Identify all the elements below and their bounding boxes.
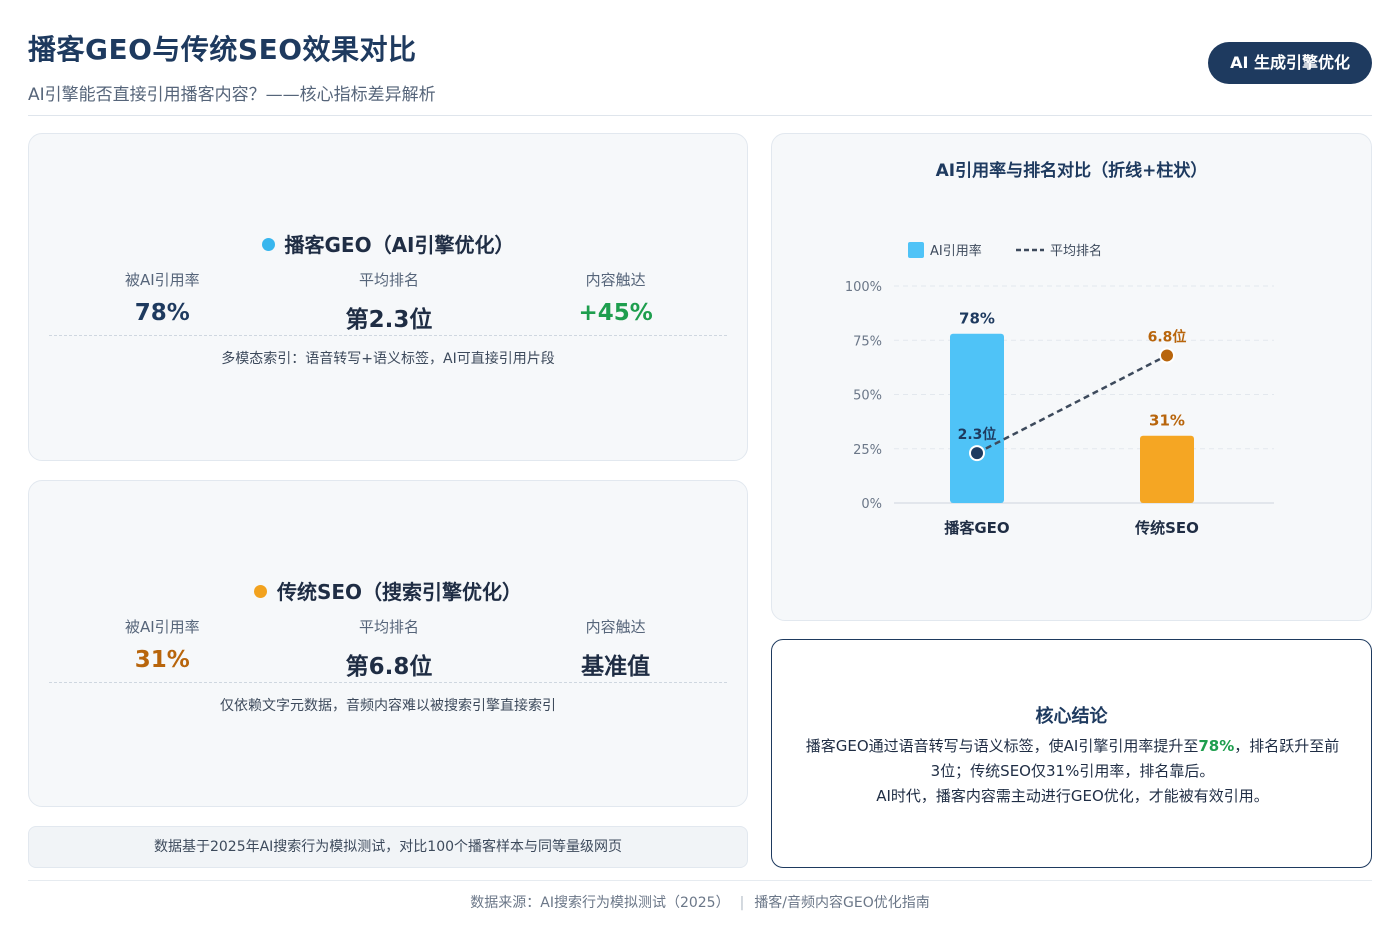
y-tick-label: 75% xyxy=(853,334,882,349)
data-footnote: 数据基于2025年AI搜索行为模拟测试，对比100个播客样本与同等量级网页 xyxy=(28,826,748,868)
metric-value: 78% xyxy=(134,300,190,326)
seo-dot-icon xyxy=(253,585,267,598)
metric-label: 平均排名 xyxy=(359,618,420,636)
conclusion-text: AI时代，播客内容需主动进行GEO优化，才能被有效引用。 xyxy=(876,787,1269,805)
rank-point xyxy=(969,445,985,462)
bar-data-label: 31% xyxy=(1149,412,1185,430)
divider xyxy=(49,682,727,683)
conclusion-text: 播客GEO通过语音转写与语义标签，使AI引擎引用率提升至 xyxy=(805,737,1199,755)
seo-metric-reach: 内容触达 基准值 xyxy=(502,616,729,681)
seo-metric-rank: 平均排名 第6.8位 xyxy=(276,616,503,681)
x-tick-label: 传统SEO xyxy=(1134,519,1199,537)
x-tick-label: 播客GEO xyxy=(944,519,1009,537)
page-footer: 数据来源：AI搜索行为模拟测试（2025） | 播客/音频内容GEO优化指南 xyxy=(0,892,1400,912)
rank-point xyxy=(1159,347,1175,364)
y-tick-label: 100% xyxy=(845,280,882,295)
footer-guide: 播客/音频内容GEO优化指南 xyxy=(754,895,930,911)
y-tick-label: 0% xyxy=(861,497,882,512)
footer-divider xyxy=(28,880,1372,881)
geo-card-title: 播客GEO（AI引擎优化） xyxy=(29,229,747,258)
divider xyxy=(49,335,727,336)
page-subtitle: AI引擎能否直接引用播客内容？——核心指标差异解析 xyxy=(28,85,436,105)
conclusion-card: 核心结论 播客GEO通过语音转写与语义标签，使AI引擎引用率提升至78%，排名跃… xyxy=(771,639,1372,868)
conclusion-title: 核心结论 xyxy=(1035,706,1108,727)
seo-metrics: 被AI引用率 31% 平均排名 第6.8位 内容触达 基准值 xyxy=(49,616,729,681)
seo-note: 仅依赖文字元数据，音频内容难以被搜索引擎直接索引 xyxy=(220,698,556,714)
legend-label: AI引用率 xyxy=(930,243,982,259)
bar xyxy=(950,333,1004,503)
ai-geo-badge: AI 生成引擎优化 xyxy=(1208,42,1372,84)
bar-data-label: 78% xyxy=(959,310,995,328)
conclusion-body: 播客GEO通过语音转写与语义标签，使AI引擎引用率提升至78%，排名跃升至前3位… xyxy=(802,734,1343,809)
metric-value: 基准值 xyxy=(581,654,651,680)
metric-value: +45% xyxy=(578,300,653,326)
rank-data-label: 2.3位 xyxy=(958,426,997,443)
geo-card: 播客GEO（AI引擎优化） 被AI引用率 78% 平均排名 第2.3位 内容触达… xyxy=(28,133,748,461)
metric-value: 31% xyxy=(134,647,190,673)
metric-value: 第6.8位 xyxy=(345,654,433,680)
metric-value: 第2.3位 xyxy=(345,307,433,333)
legend-bar-swatch xyxy=(908,242,924,258)
seo-card: 传统SEO（搜索引擎优化） 被AI引用率 31% 平均排名 第6.8位 内容触达… xyxy=(28,480,748,807)
page-title: 播客GEO与传统SEO效果对比 xyxy=(28,33,417,66)
metric-label: 内容触达 xyxy=(585,271,646,289)
seo-metric-citation: 被AI引用率 31% xyxy=(49,616,276,681)
rank-line xyxy=(976,354,1168,455)
y-tick-label: 25% xyxy=(853,443,882,458)
metric-label: 平均排名 xyxy=(359,271,420,289)
geo-metric-rank: 平均排名 第2.3位 xyxy=(276,269,503,334)
footer-separator: | xyxy=(739,895,745,911)
geo-metric-citation: 被AI引用率 78% xyxy=(49,269,276,334)
metric-label: 被AI引用率 xyxy=(124,271,200,289)
geo-note: 多模态索引：语音转写+语义标签，AI可直接引用片段 xyxy=(221,351,555,367)
chart-svg: 0% 25% 50% 75% 100% AI引用率 平均排名 78% 播客GEO 31% 传统SEO… xyxy=(845,242,1274,537)
seo-card-title: 传统SEO（搜索引擎优化） xyxy=(29,576,747,605)
geo-metric-reach: 内容触达 +45% xyxy=(502,269,729,334)
bar xyxy=(1140,435,1194,503)
metric-label: 被AI引用率 xyxy=(124,618,200,636)
seo-card-title-text: 传统SEO（搜索引擎优化） xyxy=(276,580,523,604)
legend-label: 平均排名 xyxy=(1050,243,1102,259)
page-header: 播客GEO与传统SEO效果对比 AI引擎能否直接引用播客内容？——核心指标差异解… xyxy=(28,28,1372,116)
chart-card: AI引用率与排名对比（折线+柱状） 0% 25% 50% 75% 100% AI引用率 平均… xyxy=(771,133,1372,621)
geo-dot-icon xyxy=(261,238,275,251)
footer-source: 数据来源：AI搜索行为模拟测试（2025） xyxy=(470,895,730,911)
metric-label: 内容触达 xyxy=(585,618,646,636)
rank-data-label: 6.8位 xyxy=(1148,328,1187,345)
conclusion-highlight: 78% xyxy=(1198,737,1235,755)
y-tick-label: 50% xyxy=(853,389,882,404)
geo-metrics: 被AI引用率 78% 平均排名 第2.3位 内容触达 +45% xyxy=(49,269,729,334)
geo-card-title-text: 播客GEO（AI引擎优化） xyxy=(284,233,515,257)
